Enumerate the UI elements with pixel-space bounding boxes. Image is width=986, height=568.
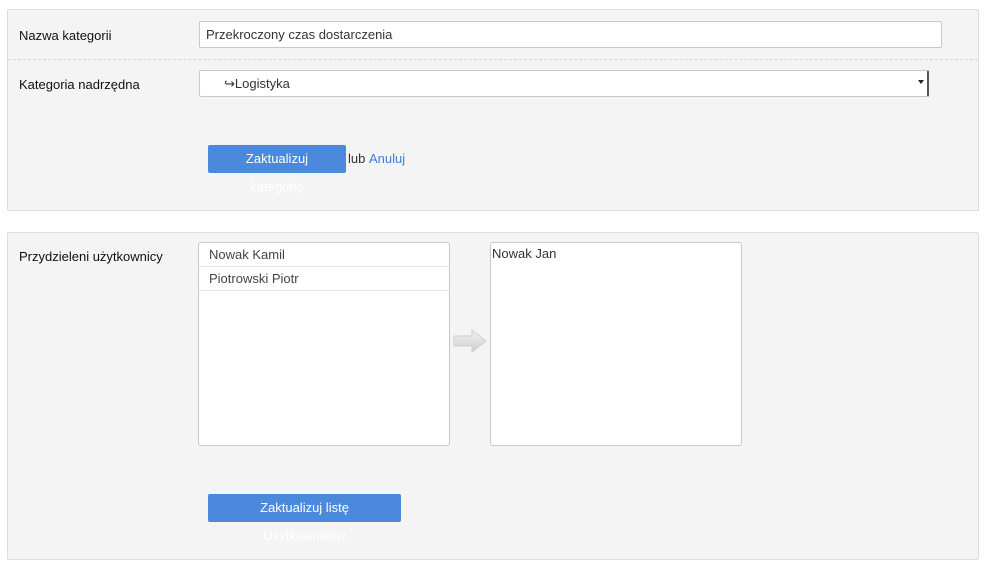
update-users-button[interactable]: Zaktualizuj listę Użytkowników: [208, 494, 401, 543]
parent-category-label: Kategoria nadrzędna: [19, 77, 140, 92]
assigned-users-panel: Przydzieleni użytkownicy Nowak Kamil Pio…: [7, 232, 979, 560]
cancel-link[interactable]: Anuluj: [369, 151, 405, 166]
assigned-users-label: Przydzieleni użytkownicy: [19, 249, 163, 264]
parent-category-select[interactable]: ↪Logistyka: [199, 70, 929, 97]
update-category-button[interactable]: Zaktualizuj kategorię: [208, 145, 346, 194]
arrow-right-icon[interactable]: [453, 329, 487, 353]
chevron-down-icon[interactable]: [918, 80, 924, 84]
available-users-list[interactable]: Nowak Kamil Piotrowski Piotr: [198, 242, 450, 446]
list-item[interactable]: Nowak Jan: [491, 243, 741, 265]
category-name-label: Nazwa kategorii: [19, 28, 112, 43]
assigned-users-list[interactable]: Nowak Jan: [490, 242, 742, 446]
list-item[interactable]: Piotrowski Piotr: [199, 267, 449, 291]
parent-category-selected-value: ↪Logistyka: [224, 76, 290, 91]
category-panel: Nazwa kategorii Przekroczony czas dostar…: [7, 9, 979, 211]
list-item[interactable]: Nowak Kamil: [199, 243, 449, 267]
category-name-input[interactable]: Przekroczony czas dostarczenia: [199, 21, 942, 48]
or-text: lub: [348, 151, 366, 166]
form-divider: [8, 59, 978, 60]
